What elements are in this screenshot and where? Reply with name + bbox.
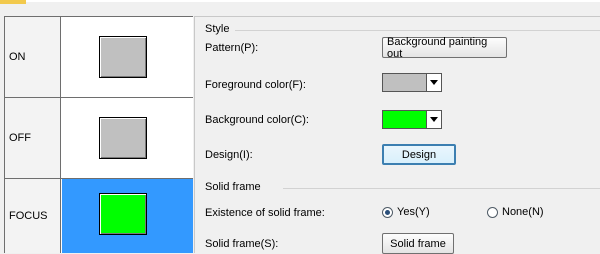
solid-frame-group-title: Solid frame [205, 181, 261, 193]
foreground-color-picker[interactable] [382, 73, 442, 92]
background-color-label: Background color(C): [205, 114, 309, 126]
preview-swatch [99, 193, 147, 235]
group-separator [235, 30, 600, 31]
design-button[interactable]: Design [382, 144, 456, 165]
state-preview-focus[interactable] [62, 179, 193, 253]
window-accent [0, 0, 26, 4]
state-preview-off[interactable] [62, 98, 193, 178]
state-row-off[interactable]: OFF [5, 98, 193, 179]
pattern-label: Pattern(P): [205, 42, 259, 54]
state-row-on[interactable]: ON [5, 17, 193, 98]
top-edge [0, 0, 600, 2]
none-label: None(N) [502, 206, 544, 218]
state-row-focus[interactable]: FOCUS [5, 179, 193, 253]
background-color-swatch [382, 110, 427, 129]
solid-frame-button[interactable]: Solid frame [382, 233, 454, 254]
state-label-focus: FOCUS [5, 179, 61, 253]
pattern-button[interactable]: Background painting out [382, 36, 507, 60]
state-list: ON OFF FOCUS [4, 16, 193, 253]
radio-unselected-icon [487, 206, 498, 218]
background-color-picker[interactable] [382, 110, 442, 129]
solid-frame-none-radio[interactable]: None(N) [487, 206, 544, 218]
properties-panel: Style Pattern(P): Background painting ou… [194, 16, 600, 254]
solid-frame-existence-label: Existence of solid frame: [205, 207, 325, 219]
dropdown-icon[interactable] [427, 110, 442, 129]
yes-label: Yes(Y) [397, 206, 430, 218]
solid-frame-yes-radio[interactable]: Yes(Y) [382, 206, 430, 218]
preview-swatch [99, 36, 147, 78]
state-label-off: OFF [5, 98, 61, 178]
preview-swatch [99, 117, 147, 159]
foreground-color-label: Foreground color(F): [205, 79, 306, 91]
solid-frame-label: Solid frame(S): [205, 238, 279, 250]
state-preview-on[interactable] [62, 17, 193, 97]
state-label-on: ON [5, 17, 61, 97]
group-separator [283, 188, 600, 189]
style-group-title: Style [205, 23, 230, 35]
radio-selected-icon [382, 206, 393, 218]
foreground-color-swatch [382, 73, 427, 92]
design-label: Design(I): [205, 149, 253, 161]
dropdown-icon[interactable] [427, 73, 442, 92]
